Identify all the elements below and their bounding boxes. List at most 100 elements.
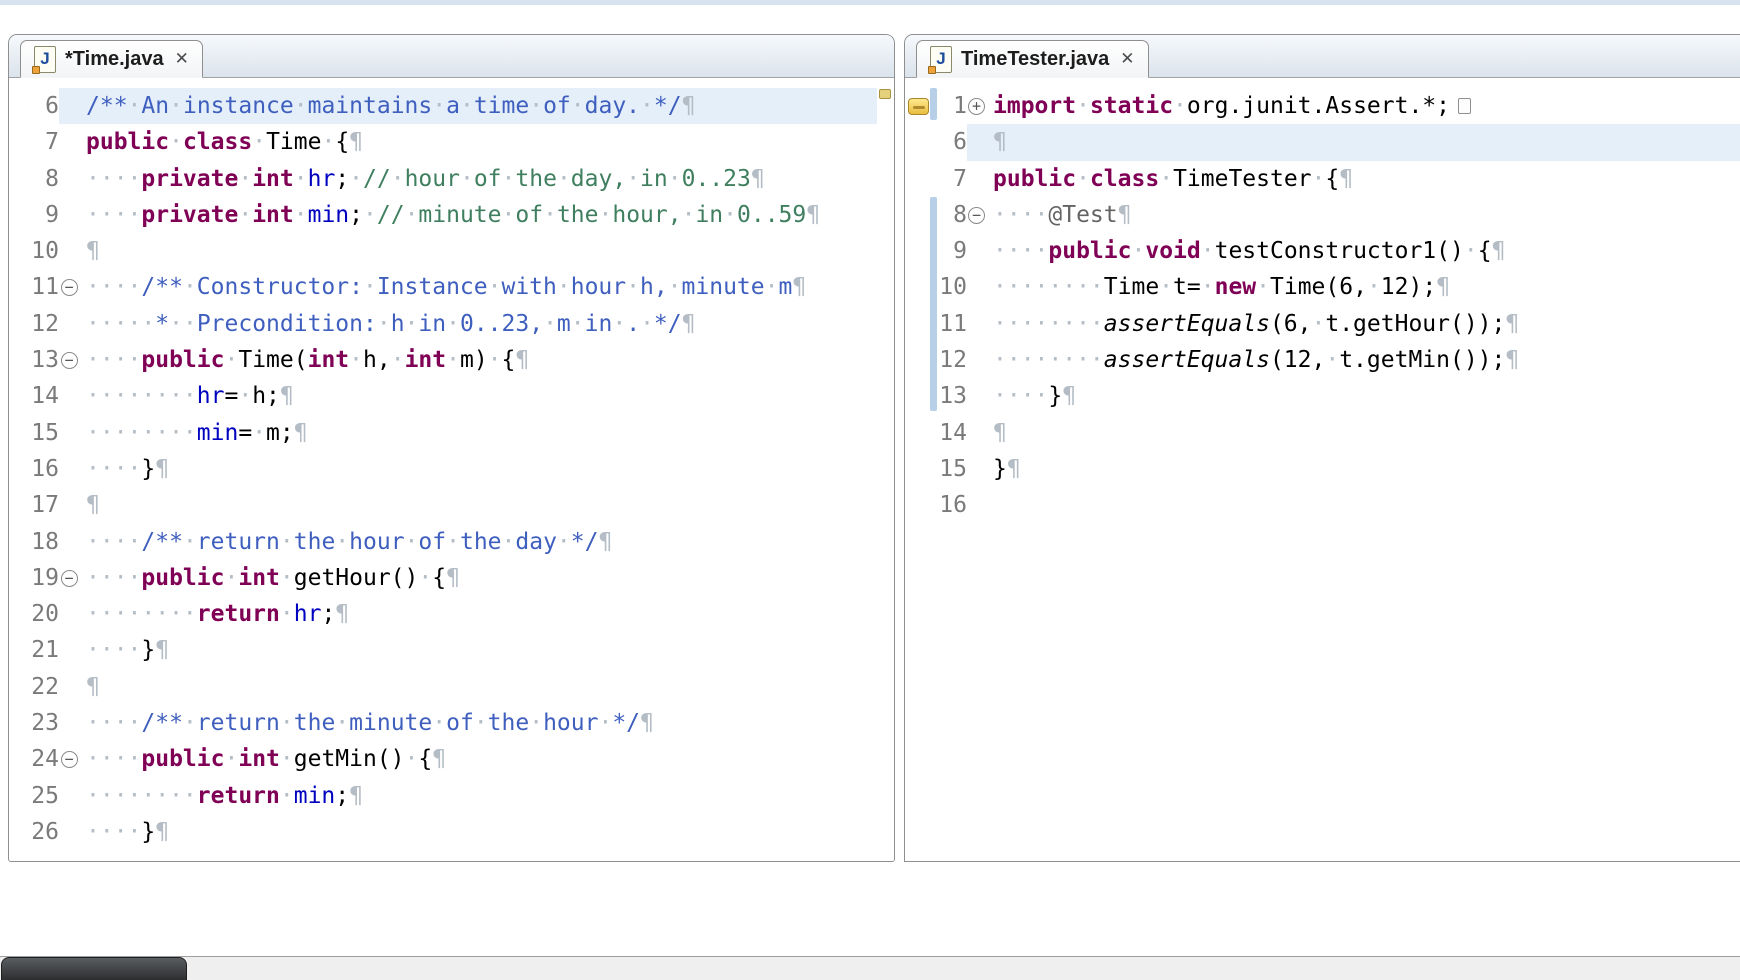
code-text[interactable]: import·static·org.junit.Assert.*; [986, 88, 1740, 124]
code-text[interactable]: ·····*··Precondition:·h·in·0..23,·m·in·.… [79, 306, 894, 342]
code-line[interactable]: 10 ¶ [9, 233, 894, 269]
fold-margin[interactable] [59, 814, 79, 850]
fold-margin[interactable] [59, 705, 79, 741]
code-line[interactable]: 16 ····}¶ [9, 451, 894, 487]
tab-time-java[interactable]: J *Time.java ✕ [20, 40, 203, 78]
fold-margin[interactable] [59, 487, 79, 523]
fold-margin[interactable] [59, 124, 79, 160]
annotation-margin[interactable] [905, 88, 931, 124]
fold-margin[interactable] [967, 306, 986, 342]
line-number[interactable]: 9 [11, 197, 59, 233]
fold-margin[interactable] [59, 596, 79, 632]
collapse-fold-icon[interactable]: − [968, 207, 985, 224]
fold-margin[interactable] [967, 269, 986, 305]
code-text[interactable]: ····public·int·getMin()·{¶ [79, 741, 894, 777]
collapsed-region-icon[interactable] [1458, 98, 1471, 114]
code-line[interactable]: 18····/**·return·the·hour·of·the·day·*/¶ [9, 524, 894, 560]
line-number[interactable]: 15 [11, 415, 59, 451]
code-line[interactable]: 21····}¶ [9, 632, 894, 668]
fold-margin[interactable] [967, 378, 986, 414]
code-line[interactable]: 8−····@Test¶ [905, 197, 1740, 233]
code-text[interactable]: ¶ [79, 233, 894, 269]
collapse-fold-icon[interactable]: − [61, 279, 78, 296]
close-icon[interactable]: ✕ [173, 49, 189, 69]
fold-margin[interactable] [59, 415, 79, 451]
fold-margin[interactable]: − [967, 197, 986, 233]
code-text[interactable]: ····public·Time(int·h,·int·m)·{¶ [79, 342, 894, 378]
line-number[interactable]: 24 [11, 741, 59, 777]
fold-margin[interactable] [59, 88, 79, 124]
overview-ruler[interactable] [877, 79, 894, 861]
line-number[interactable]: 26 [11, 814, 59, 850]
code-line[interactable]: 13−····public·Time(int·h,·int·m)·{¶ [9, 342, 894, 378]
code-text[interactable]: ········hr=·h;¶ [79, 378, 894, 414]
line-number[interactable]: 17 [11, 487, 59, 523]
fold-margin[interactable]: − [59, 560, 79, 596]
fold-margin[interactable] [967, 161, 986, 197]
code-line[interactable]: 11········assertEquals(6,·t.getHour());¶ [905, 306, 1740, 342]
code-line[interactable]: 24−····public·int·getMin()·{¶ [9, 741, 894, 777]
fold-margin[interactable] [59, 161, 79, 197]
fold-margin[interactable] [59, 306, 79, 342]
code-line[interactable]: 15········min=·m;¶ [9, 415, 894, 451]
code-line[interactable]: 6/**·An·instance·maintains·a·time·of·day… [9, 88, 894, 124]
code-line[interactable]: 12·····*··Precondition:·h·in·0..23,·m·in… [9, 306, 894, 342]
code-text[interactable]: ····}¶ [986, 378, 1740, 414]
fold-margin[interactable] [59, 632, 79, 668]
code-text[interactable]: ····}¶ [79, 814, 894, 850]
line-number[interactable]: 25 [11, 778, 59, 814]
minimized-view-tab[interactable] [1, 957, 187, 980]
line-number[interactable]: 20 [11, 596, 59, 632]
line-number[interactable]: 8 [11, 161, 59, 197]
code-text[interactable]: ········return·hr;¶ [79, 596, 894, 632]
line-number[interactable]: 6 [931, 124, 967, 160]
left-editor-body[interactable]: 6/**·An·instance·maintains·a·time·of·day… [9, 78, 894, 862]
code-text[interactable]: ¶ [79, 669, 894, 705]
annotation-margin[interactable] [905, 233, 931, 269]
code-text[interactable]: ····private·int·hr;·//·hour·of·the·day,·… [79, 161, 894, 197]
line-number[interactable]: 18 [11, 524, 59, 560]
fold-margin[interactable] [967, 233, 986, 269]
code-line[interactable]: 13····}¶ [905, 378, 1740, 414]
code-text[interactable]: ····/**·Constructor:·Instance·with·hour·… [79, 269, 894, 305]
collapse-fold-icon[interactable]: − [61, 570, 78, 587]
code-line[interactable]: 15}¶ [905, 451, 1740, 487]
close-icon[interactable]: ✕ [1118, 49, 1134, 69]
line-number[interactable]: 16 [11, 451, 59, 487]
line-number[interactable]: 11 [11, 269, 59, 305]
code-text[interactable]: ¶ [986, 415, 1740, 451]
code-line[interactable]: 14 ¶ [905, 415, 1740, 451]
code-line[interactable]: 23····/**·return·the·minute·of·the·hour·… [9, 705, 894, 741]
code-text[interactable]: ····}¶ [79, 451, 894, 487]
code-text[interactable]: ····public·void·testConstructor1()·{¶ [986, 233, 1740, 269]
code-text[interactable]: public·class·TimeTester·{¶ [986, 161, 1740, 197]
code-line[interactable]: 7public·class·Time·{¶ [9, 124, 894, 160]
code-text[interactable]: ········return·min;¶ [79, 778, 894, 814]
code-line[interactable]: 9····private·int·min;·//·minute·of·the·h… [9, 197, 894, 233]
code-text[interactable]: }¶ [986, 451, 1740, 487]
fold-margin[interactable] [59, 524, 79, 560]
code-text[interactable]: ····public·int·getHour()·{¶ [79, 560, 894, 596]
fold-margin[interactable]: − [59, 741, 79, 777]
code-line[interactable]: 14 ········hr=·h;¶ [9, 378, 894, 414]
fold-margin[interactable]: − [59, 342, 79, 378]
code-text[interactable]: ¶ [986, 124, 1740, 160]
code-line[interactable]: 26 ····}¶ [9, 814, 894, 850]
collapse-fold-icon[interactable]: − [61, 751, 78, 768]
annotation-margin[interactable] [905, 124, 931, 160]
fold-margin[interactable] [59, 197, 79, 233]
line-number[interactable]: 14 [931, 415, 967, 451]
fold-margin[interactable] [967, 342, 986, 378]
fold-margin[interactable] [59, 451, 79, 487]
code-text[interactable]: ····}¶ [79, 632, 894, 668]
collapse-fold-icon[interactable]: − [61, 352, 78, 369]
fold-margin[interactable] [967, 451, 986, 487]
fold-margin[interactable]: − [59, 269, 79, 305]
annotation-margin[interactable] [905, 306, 931, 342]
fold-margin[interactable] [59, 669, 79, 705]
code-line[interactable]: 8 ····private·int·hr;·//·hour·of·the·day,… [9, 161, 894, 197]
fold-margin[interactable] [59, 778, 79, 814]
line-number[interactable]: 10 [11, 233, 59, 269]
line-number[interactable]: 14 [11, 378, 59, 414]
code-line[interactable]: 11−····/**·Constructor:·Instance·with·ho… [9, 269, 894, 305]
